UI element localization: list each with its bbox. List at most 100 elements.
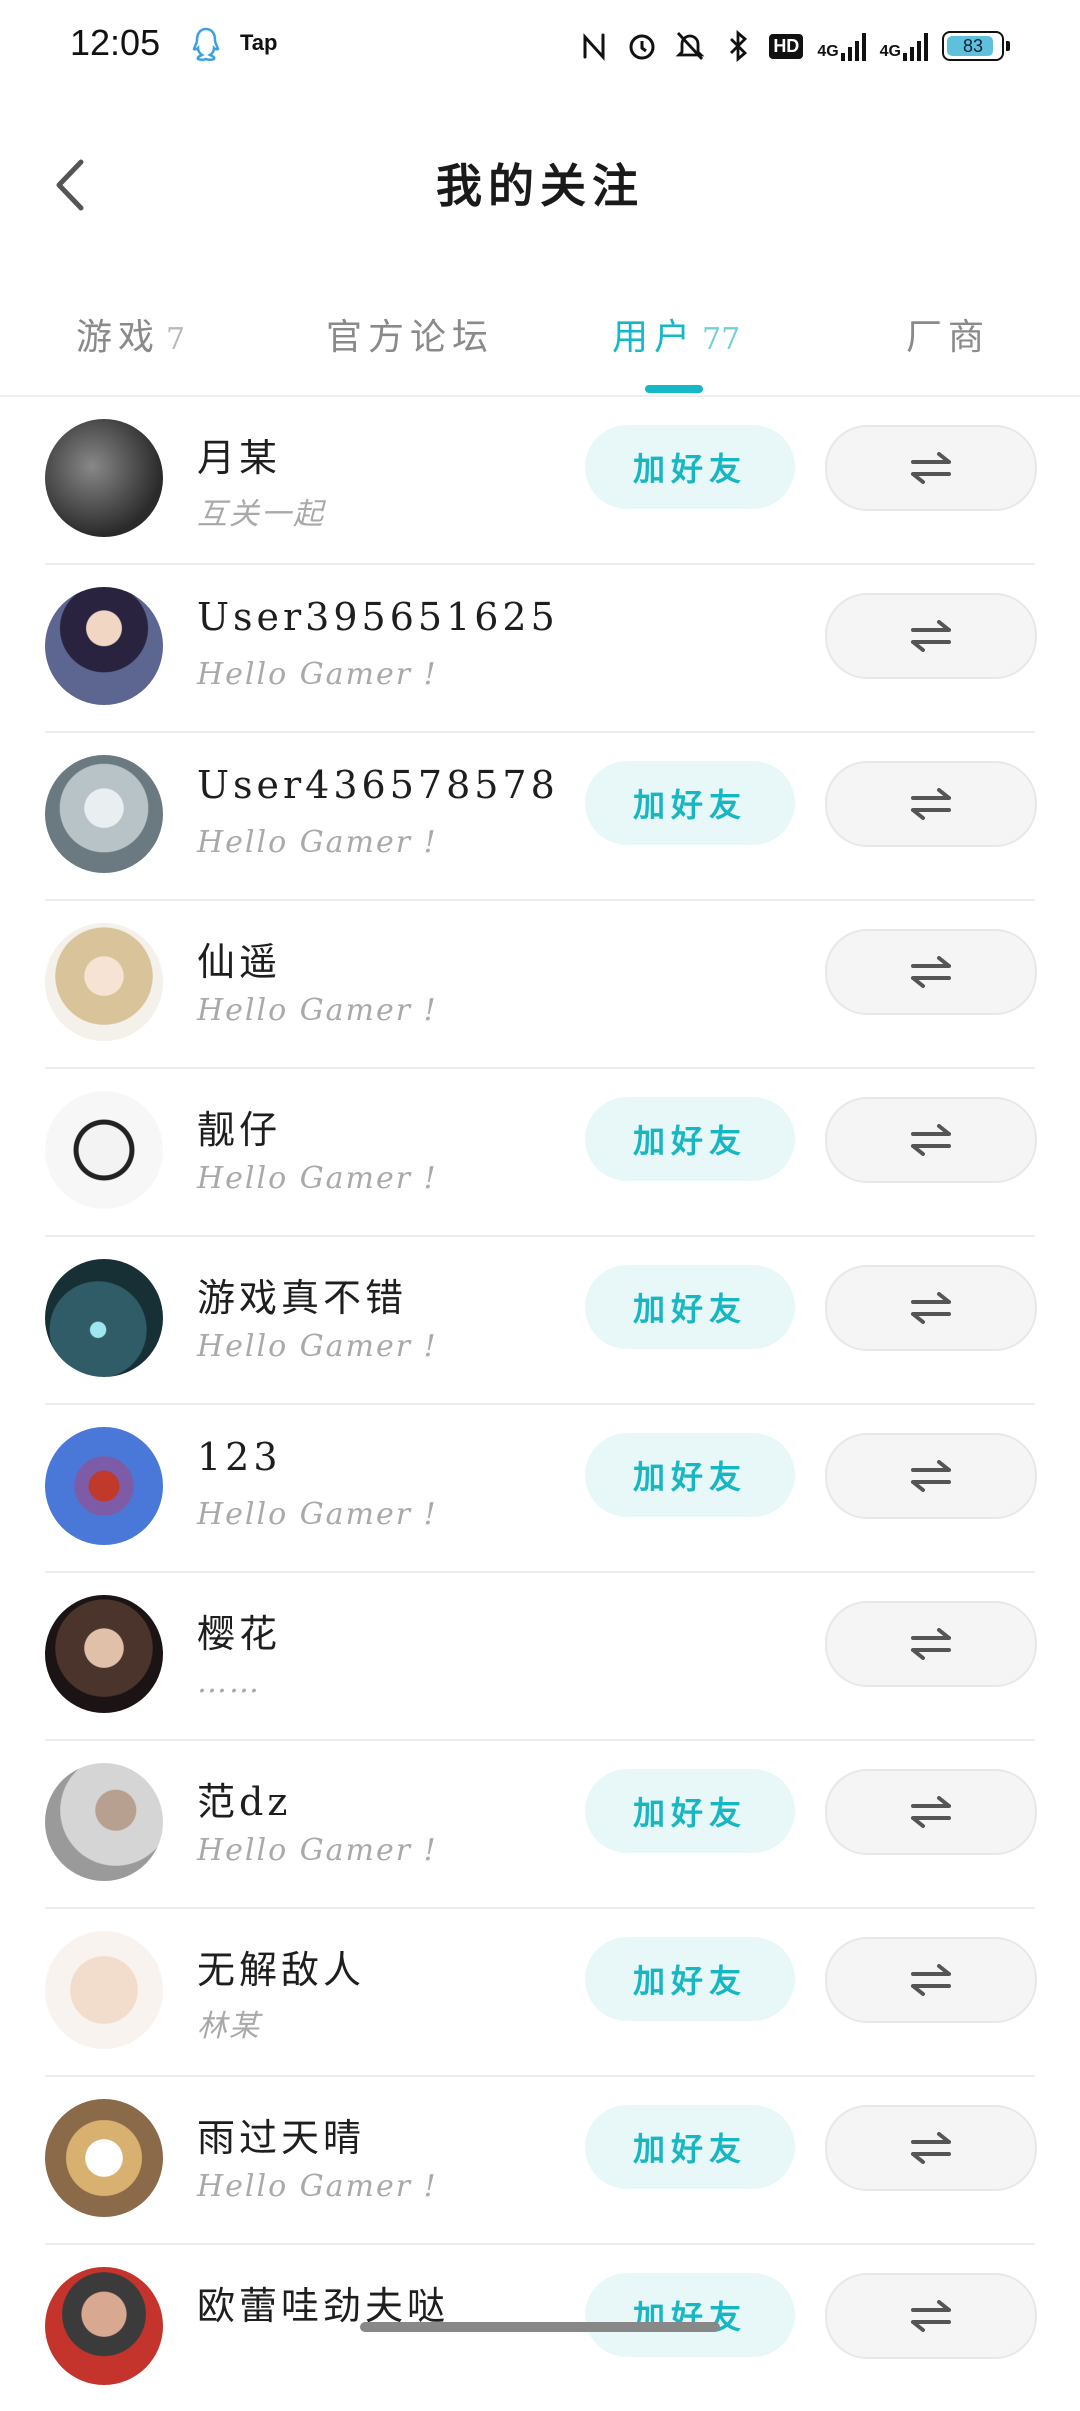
mutual-follow-button[interactable] <box>825 1937 1037 2023</box>
page-title: 我的关注 <box>436 159 644 213</box>
tab-count: 77 <box>702 322 741 357</box>
tab-bar: 游戏 7 官方论坛 用户 77 厂商 <box>0 280 1080 397</box>
tab-label: 官方论坛 <box>326 317 495 358</box>
tab-count: 7 <box>166 322 186 357</box>
add-friend-button[interactable]: 加好友 <box>585 1097 795 1181</box>
mutual-follow-button[interactable] <box>825 1601 1037 1687</box>
user-name: 靓仔 <box>197 1108 282 1152</box>
add-friend-button[interactable]: 加好友 <box>585 425 795 509</box>
list-item[interactable]: 仙遥 Hello Gamer ! <box>45 901 1037 1069</box>
user-name: User395651625 <box>197 595 559 639</box>
network-type-label: 4G <box>879 43 901 60</box>
list-item[interactable]: 123 Hello Gamer ! 加好友 <box>45 1405 1037 1573</box>
battery-icon: 83 <box>942 31 1004 61</box>
bluetooth-icon <box>721 29 755 63</box>
header: 我的关注 <box>0 130 1080 240</box>
user-bio: Hello Gamer ! <box>197 825 438 860</box>
mutual-follow-button[interactable] <box>825 425 1037 511</box>
add-friend-button[interactable]: 加好友 <box>585 1769 795 1853</box>
swap-arrows-icon <box>911 2300 951 2332</box>
list-item[interactable]: 靓仔 Hello Gamer ! 加好友 <box>45 1069 1037 1237</box>
mutual-follow-button[interactable] <box>825 2273 1037 2359</box>
tab-label: 游戏 <box>76 317 161 358</box>
user-name: 月某 <box>197 436 282 480</box>
user-bio: Hello Gamer ! <box>197 1833 438 1868</box>
user-bio: Hello Gamer ! <box>197 993 438 1028</box>
list-item[interactable]: 范dz Hello Gamer ! 加好友 <box>45 1741 1037 1909</box>
list-item[interactable]: 樱花 …… <box>45 1573 1037 1741</box>
qq-icon <box>190 26 222 66</box>
avatar[interactable] <box>45 1763 163 1881</box>
user-name: 无解敌人 <box>197 1948 366 1992</box>
avatar[interactable] <box>45 587 163 705</box>
swap-arrows-icon <box>911 620 951 652</box>
add-friend-button[interactable]: 加好友 <box>585 761 795 845</box>
add-friend-button[interactable]: 加好友 <box>585 1265 795 1349</box>
tab-label: 厂商 <box>906 317 991 358</box>
user-bio: 林某 <box>197 2009 261 2044</box>
swap-arrows-icon <box>911 1964 951 1996</box>
tab-vendors[interactable]: 厂商 <box>906 308 990 360</box>
avatar[interactable] <box>45 1595 163 1713</box>
user-name: 游戏真不错 <box>197 1276 408 1320</box>
user-bio: …… <box>197 1665 261 1700</box>
user-name: 范dz <box>197 1780 292 1824</box>
tap-app-label: Tap <box>240 30 278 55</box>
swap-arrows-icon <box>911 956 951 988</box>
user-name: 123 <box>197 1435 282 1479</box>
avatar[interactable] <box>45 2267 163 2385</box>
avatar[interactable] <box>45 923 163 1041</box>
mutual-follow-button[interactable] <box>825 1433 1037 1519</box>
tab-official-forum[interactable]: 官方论坛 <box>326 308 494 360</box>
mute-bell-icon <box>673 29 707 63</box>
list-item[interactable]: 雨过天晴 Hello Gamer ! 加好友 <box>45 2077 1037 2245</box>
mutual-follow-button[interactable] <box>825 929 1037 1015</box>
user-bio: Hello Gamer ! <box>197 1497 438 1532</box>
signal-icon: 4G <box>880 31 928 61</box>
swap-arrows-icon <box>911 2132 951 2164</box>
home-indicator[interactable] <box>360 2322 720 2332</box>
mutual-follow-button[interactable] <box>825 761 1037 847</box>
avatar[interactable] <box>45 1427 163 1545</box>
user-bio: Hello Gamer ! <box>197 1161 438 1196</box>
add-friend-button[interactable]: 加好友 <box>585 1433 795 1517</box>
status-bar: 12:05 Tap HD 4G 4G 83 <box>0 0 1080 100</box>
mutual-follow-button[interactable] <box>825 2105 1037 2191</box>
list-item[interactable]: 月某 互关一起 加好友 <box>45 397 1037 565</box>
avatar[interactable] <box>45 1091 163 1209</box>
avatar[interactable] <box>45 1931 163 2049</box>
avatar[interactable] <box>45 755 163 873</box>
swap-arrows-icon <box>911 788 951 820</box>
user-name: 樱花 <box>197 1612 282 1656</box>
mutual-follow-button[interactable] <box>825 1769 1037 1855</box>
swap-arrows-icon <box>911 452 951 484</box>
add-friend-button[interactable]: 加好友 <box>585 2105 795 2189</box>
mutual-follow-button[interactable] <box>825 1097 1037 1183</box>
add-friend-button[interactable]: 加好友 <box>585 2273 795 2357</box>
list-item[interactable]: 无解敌人 林某 加好友 <box>45 1909 1037 2077</box>
alarm-icon <box>625 29 659 63</box>
list-item[interactable]: User395651625 Hello Gamer ! <box>45 565 1037 733</box>
tab-label: 用户 <box>612 317 697 358</box>
swap-arrows-icon <box>911 1628 951 1660</box>
avatar[interactable] <box>45 1259 163 1377</box>
swap-arrows-icon <box>911 1124 951 1156</box>
battery-level: 83 <box>962 35 984 56</box>
user-name: User436578578 <box>197 763 559 807</box>
add-friend-button[interactable]: 加好友 <box>585 1937 795 2021</box>
user-name: 仙遥 <box>197 940 282 984</box>
user-bio: Hello Gamer ! <box>197 1329 438 1364</box>
swap-arrows-icon <box>911 1460 951 1492</box>
mutual-follow-button[interactable] <box>825 593 1037 679</box>
nfc-icon <box>577 29 611 63</box>
user-bio: 互关一起 <box>197 497 325 532</box>
avatar[interactable] <box>45 419 163 537</box>
avatar[interactable] <box>45 2099 163 2217</box>
active-tab-indicator <box>645 385 703 393</box>
list-item[interactable]: User436578578 Hello Gamer ! 加好友 <box>45 733 1037 901</box>
mutual-follow-button[interactable] <box>825 1265 1037 1351</box>
tab-games[interactable]: 游戏 7 <box>76 308 185 360</box>
list-item[interactable]: 游戏真不错 Hello Gamer ! 加好友 <box>45 1237 1037 1405</box>
status-time: 12:05 <box>70 22 161 63</box>
tab-users[interactable]: 用户 77 <box>612 308 740 360</box>
